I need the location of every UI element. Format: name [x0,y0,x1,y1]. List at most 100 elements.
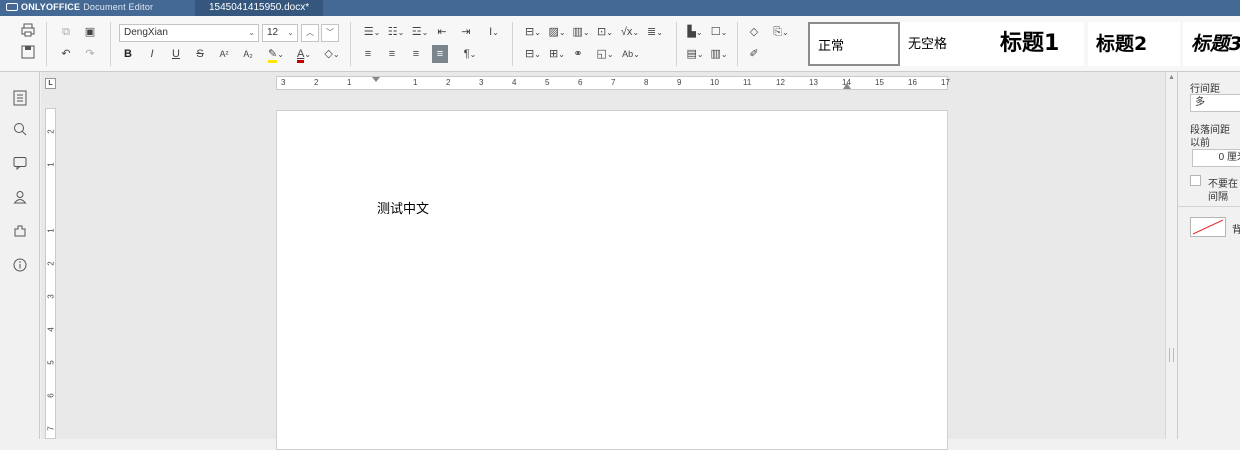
bullet-list-icon: ☰ [363,26,374,38]
paint-bucket-icon: ◇ [324,48,333,60]
bold-button[interactable]: B [121,45,135,63]
insert-header-footer-button[interactable]: ⊟⌄ [522,45,544,63]
vertical-ruler[interactable]: 2 1 1 2 3 4 5 6 7 [45,108,56,439]
ruler-label: 11 [743,78,752,87]
insert-chart-button[interactable]: ▥⌄ [570,23,592,41]
no-space-label-line2: 间隔 [1208,192,1228,203]
dropcap-icon: ≣ [647,26,657,38]
toolbar: ⧉ ▣ ↶ ↷ DengXian ⌄ 12 ⌄ ︿ ﹀ B I U S A² A₂ … [0,16,1240,72]
bullet-list-button[interactable]: ☰⌄ [360,23,384,41]
left-indent-marker[interactable] [372,77,380,89]
copy-icon[interactable]: ⧉ [58,23,74,41]
numbered-list-icon: ☷ [387,26,398,38]
file-menu-icon[interactable] [11,90,29,108]
align-left-icon[interactable]: ≡ [360,45,376,63]
page-size-button[interactable]: ▤⌄ [684,45,706,63]
chat-user-icon[interactable] [11,190,29,208]
align-right-icon[interactable]: ≡ [408,45,424,63]
comments-icon[interactable] [11,156,29,174]
italic-button[interactable]: I [145,45,159,63]
underline-button[interactable]: U [169,45,183,63]
copy-style-button[interactable]: ⎘⌄ [770,23,792,41]
margins-icon: ☐ [710,26,721,38]
ruler-label: 16 [908,78,917,87]
no-space-checkbox[interactable] [1190,175,1201,186]
hyperlink-icon[interactable]: ⚭ [570,45,586,63]
document-page[interactable]: 测试中文 [276,110,948,450]
align-center-icon[interactable]: ≡ [384,45,400,63]
right-indent-marker[interactable] [843,81,851,89]
ruler-label: 8 [644,78,649,87]
font-name-select[interactable]: DengXian ⌄ [119,24,259,42]
insert-table-button[interactable]: ⊞⌄ [546,45,568,63]
font-name-value: DengXian [124,27,168,38]
increase-indent-icon[interactable]: ⇥ [458,23,474,41]
line-spacing-button[interactable]: I⌄ [482,23,506,41]
divider [1178,206,1240,207]
about-info-icon[interactable] [11,258,29,276]
ruler-label: 17 [941,78,950,87]
style-heading-3[interactable]: 标题3 [1183,22,1240,66]
vertical-scrollbar[interactable]: ▲ [1165,72,1177,439]
save-icon[interactable] [20,45,36,63]
color-scheme-icon[interactable]: ✐ [746,45,762,63]
separator [46,22,47,66]
style-normal[interactable]: 正常 [808,22,900,66]
columns-button[interactable]: ▥⌄ [708,45,730,63]
insert-image-button[interactable]: ▨⌄ [546,23,568,41]
print-icon[interactable] [20,23,36,41]
line-spacing-select[interactable]: 多 [1190,94,1240,112]
insert-page-break-button[interactable]: ⊟⌄ [522,23,544,41]
paste-icon[interactable]: ▣ [82,23,98,41]
insert-shape-button[interactable]: ◱⌄ [594,45,616,63]
insert-textbox-button[interactable]: ⊡⌄ [594,23,616,41]
chevron-down-icon: ⌄ [248,28,255,37]
clear-style-icon[interactable]: ◇ [746,23,762,41]
header-footer-icon: ⊟ [525,48,535,60]
background-color-button[interactable] [1190,217,1226,237]
highlight-color-button[interactable]: ✎⌄ [264,45,288,63]
page-orientation-button[interactable]: ▙⌄ [684,23,706,41]
increase-font-button[interactable]: ︿ [301,24,319,42]
insert-textart-button[interactable]: Ab⌄ [618,45,644,63]
decrease-font-button[interactable]: ﹀ [321,24,339,42]
style-no-spacing[interactable]: 无空格 [900,22,992,66]
ruler-label: 2 [446,78,451,87]
strikethrough-button[interactable]: S [193,45,207,63]
font-size-select[interactable]: 12 ⌄ [262,24,298,42]
app-logo: ONLYOFFICE Document Editor [6,2,153,12]
paragraph-color-button[interactable]: ◇⌄ [320,45,344,63]
numbered-list-button[interactable]: ☷⌄ [384,23,408,41]
separator [110,22,111,66]
ruler-label: 4 [46,327,56,332]
undo-icon[interactable]: ↶ [58,45,74,63]
align-justify-icon[interactable]: ≡ [432,45,448,63]
scroll-up-icon[interactable]: ▲ [1168,74,1175,82]
redo-icon[interactable]: ↷ [82,45,98,63]
subscript-button[interactable]: A₂ [241,45,255,63]
page-margins-button[interactable]: ☐⌄ [708,23,730,41]
scroll-thumb[interactable] [1169,348,1174,362]
document-tab[interactable]: 1545041415950.docx* [195,0,324,16]
multilevel-list-button[interactable]: ☲⌄ [408,23,432,41]
search-icon[interactable] [11,122,29,140]
orientation-icon: ▙ [687,26,696,38]
style-heading-2[interactable]: 标题2 [1088,22,1180,66]
table-icon: ⊞ [549,48,559,60]
insert-equation-button[interactable]: √x⌄ [618,23,642,41]
tab-stop-selector[interactable]: L [45,78,56,89]
spacing-before-input[interactable]: 0 厘米 [1192,149,1240,167]
superscript-button[interactable]: A² [217,45,231,63]
ruler-label: 7 [611,78,616,87]
nonprinting-chars-button[interactable]: ¶⌄ [458,45,482,63]
ruler-label: 1 [46,228,56,233]
font-color-button[interactable]: A⌄ [292,45,316,63]
document-text[interactable]: 测试中文 [377,198,429,217]
left-sidebar [0,72,40,439]
plugins-icon[interactable] [11,224,29,242]
ruler-label: 1 [413,78,418,87]
horizontal-ruler[interactable]: 3 2 1 1 2 3 4 5 6 7 8 9 10 11 12 13 14 15 16 17 [276,76,950,90]
decrease-indent-icon[interactable]: ⇤ [434,23,450,41]
insert-dropcap-button[interactable]: ≣⌄ [644,23,666,41]
style-heading-1[interactable]: 标题1 [992,22,1084,66]
